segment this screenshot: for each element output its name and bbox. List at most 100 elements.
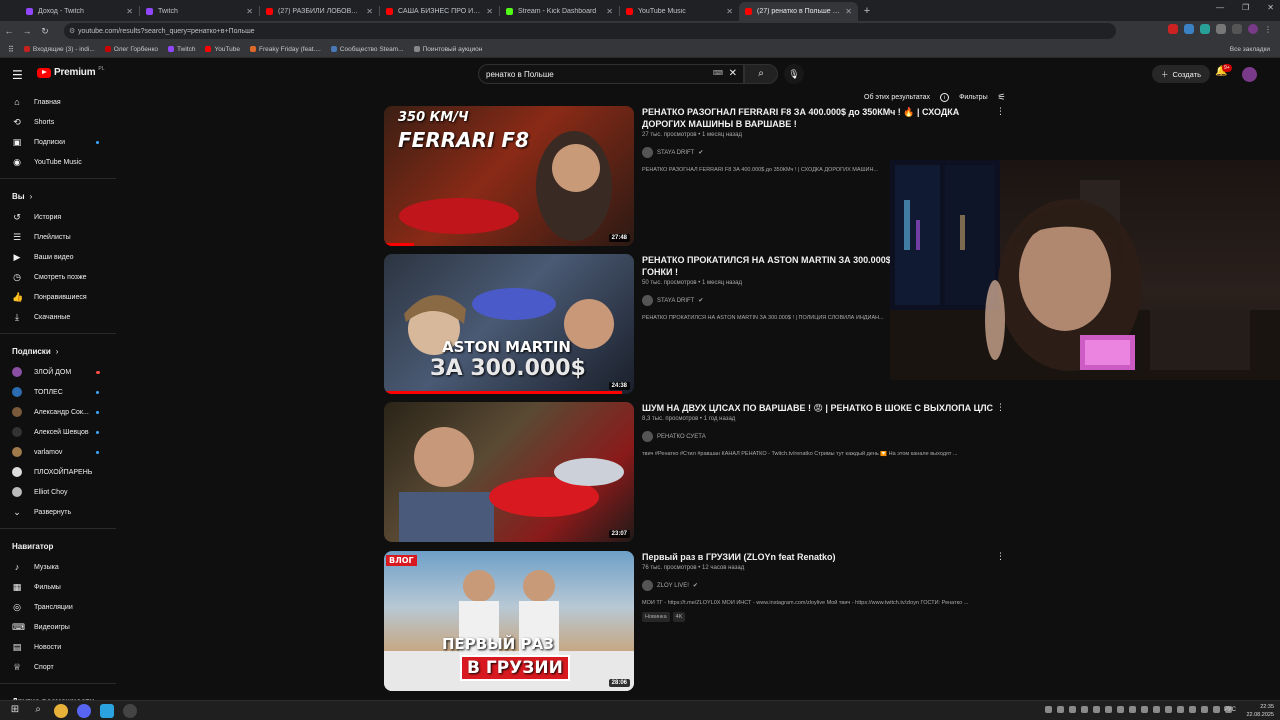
sidebar-item[interactable]: ПЛОХОЙПАРЕНЬ: [0, 462, 120, 482]
channel-link[interactable]: ZLOY LIVE! ✔: [642, 580, 998, 591]
sidebar-item[interactable]: ЗЛОЙ ДОМ: [0, 362, 120, 382]
hamburger-menu-icon[interactable]: ☰: [12, 68, 23, 82]
bookmark-item[interactable]: YouTube: [205, 46, 240, 53]
video-thumbnail[interactable]: 23:07: [384, 402, 634, 542]
search-input[interactable]: ренатко в Польше ⌨ ✕: [478, 64, 744, 84]
bookmark-item[interactable]: Twitch: [168, 46, 195, 53]
minimize-icon[interactable]: —: [1216, 3, 1224, 12]
discord-taskbar-icon[interactable]: [77, 704, 91, 718]
search-button[interactable]: ⌕: [744, 64, 778, 84]
expand-subscriptions-button[interactable]: ⌄ Развернуть: [0, 502, 120, 522]
tray-icon[interactable]: [1177, 706, 1184, 713]
tab-close-icon[interactable]: ✕: [726, 7, 733, 16]
sidebar-item[interactable]: ◷ Смотреть позже: [0, 267, 120, 287]
tray-icon[interactable]: [1141, 706, 1148, 713]
all-bookmarks[interactable]: Все закладки: [1230, 46, 1270, 53]
taskbar-clock[interactable]: 22:35 22.08.2025: [1246, 703, 1274, 719]
bookmark-item[interactable]: Freaky Friday (feat....: [250, 46, 321, 53]
video-thumbnail[interactable]: 350 КМ/Ч FERRARI F8 27:48: [384, 106, 634, 246]
maximize-icon[interactable]: ❐: [1242, 3, 1249, 12]
sidebar-item[interactable]: ↺ История: [0, 207, 120, 227]
extension-icon[interactable]: [1200, 24, 1210, 34]
tab-close-icon[interactable]: ✕: [126, 7, 133, 16]
sidebar-item[interactable]: Александр Сок...: [0, 402, 120, 422]
youtube-logo[interactable]: Premium PL: [37, 66, 105, 78]
sidebar-item[interactable]: ♕ Спорт: [0, 657, 120, 677]
browser-tab[interactable]: (27) РАЗБИЛИ ЛОБОВОЕ! ДРИФТ ✕: [260, 2, 379, 21]
site-info-icon[interactable]: ⚙: [69, 27, 75, 35]
sidebar-item[interactable]: ⤓ Скачанные: [0, 307, 120, 327]
bookmark-item[interactable]: Сообщество Steam...: [330, 46, 404, 53]
extension-icon[interactable]: [1168, 24, 1178, 34]
video-title[interactable]: РЕНАТКО РАЗОГНАЛ FERRARI F8 ЗА 400.000$ …: [642, 106, 998, 130]
browser-tab[interactable]: Stream - Kick Dashboard ✕: [500, 2, 619, 21]
bookmark-item[interactable]: Поинтовый аукцион: [413, 46, 482, 53]
input-language[interactable]: РУС: [1224, 707, 1236, 713]
sidebar-item[interactable]: ▦ Фильмы: [0, 577, 120, 597]
channel-link[interactable]: РЕНАТКО СУЕТА: [642, 431, 998, 442]
create-button[interactable]: ＋ Создать: [1152, 65, 1211, 83]
chrome-taskbar-icon[interactable]: [54, 704, 68, 718]
tray-icon[interactable]: [1165, 706, 1172, 713]
bookmark-item[interactable]: Олег Горбенко: [104, 46, 158, 53]
channel-link[interactable]: STAYA DRIFT ✔: [642, 147, 998, 158]
info-icon[interactable]: i: [940, 93, 950, 102]
video-thumbnail[interactable]: ВЛОГ ПЕРВЫЙ РАЗ В ГРУЗИИ 28:06: [384, 551, 634, 691]
new-tab-icon[interactable]: +: [858, 5, 876, 17]
apps-grid-icon[interactable]: ⠿: [8, 45, 14, 54]
back-icon[interactable]: ←: [0, 26, 18, 36]
more-actions-icon[interactable]: ⋮: [996, 106, 1005, 117]
taskbar-search-icon[interactable]: ⌕: [31, 704, 45, 718]
tray-icon[interactable]: [1105, 706, 1112, 713]
tray-icon[interactable]: [1069, 706, 1076, 713]
browser-tab[interactable]: САША БИЗНЕС ПРО ИНДИАНЫЧА ✕: [380, 2, 499, 21]
tray-icon[interactable]: [1117, 706, 1124, 713]
browser-tab[interactable]: Twitch ✕: [140, 2, 259, 21]
sidebar-item[interactable]: ◎ Трансляции: [0, 597, 120, 617]
more-actions-icon[interactable]: ⋮: [996, 551, 1005, 562]
tray-icon[interactable]: [1057, 706, 1064, 713]
video-result[interactable]: 23:07 ШУМ НА ДВУХ ЦЛСАХ ПО ВАРШАВЕ ! 😡 | …: [384, 402, 1005, 542]
forward-icon[interactable]: →: [18, 26, 36, 36]
tray-icon[interactable]: [1201, 706, 1208, 713]
browser-tab[interactable]: (27) ренатко в Польше - YouTube ✕: [739, 2, 858, 21]
tab-close-icon[interactable]: ✕: [486, 7, 493, 16]
video-result[interactable]: ВЛОГ ПЕРВЫЙ РАЗ В ГРУЗИИ 28:06 Первый раз в …: [384, 551, 1005, 691]
sidebar-item[interactable]: Алексей Шевцов: [0, 422, 120, 442]
sidebar-item[interactable]: Elliot Choy: [0, 482, 120, 502]
more-actions-icon[interactable]: ⋮: [996, 402, 1005, 413]
video-title[interactable]: Первый раз в ГРУЗИИ (ZLOYn feat Renatko): [642, 551, 998, 563]
sidebar-item[interactable]: ⟲ Shorts: [0, 112, 120, 132]
sidebar-item[interactable]: ТОПЛЕС: [0, 382, 120, 402]
telegram-taskbar-icon[interactable]: [100, 704, 114, 718]
tray-icon[interactable]: [1129, 706, 1136, 713]
voice-search-button[interactable]: 🎙: [784, 64, 804, 84]
tray-icon[interactable]: [1093, 706, 1100, 713]
tray-icon[interactable]: [1153, 706, 1160, 713]
sidebar-item[interactable]: ▶ Ваши видео: [0, 247, 120, 267]
extension-icon[interactable]: [1184, 24, 1194, 34]
video-title[interactable]: ШУМ НА ДВУХ ЦЛСАХ ПО ВАРШАВЕ ! 😡 | РЕНАТ…: [642, 402, 998, 414]
sidebar-item[interactable]: ▣ Подписки: [0, 132, 120, 152]
sidebar-item[interactable]: ▤ Новости: [0, 637, 120, 657]
tray-icon[interactable]: [1213, 706, 1220, 713]
sidebar-item[interactable]: ♪ Музыка: [0, 557, 120, 577]
keyboard-icon[interactable]: ⌨: [713, 69, 723, 77]
sidebar-section-title[interactable]: Подписки ›: [0, 340, 120, 362]
address-bar[interactable]: ⚙ youtube.com/results?search_query=ренат…: [64, 23, 1116, 39]
obs-taskbar-icon[interactable]: [123, 704, 137, 718]
clear-search-icon[interactable]: ✕: [729, 68, 737, 79]
video-thumbnail[interactable]: ASTON MARTIN ЗА 300.000$ 24:38: [384, 254, 634, 394]
sidebar-item[interactable]: varlamov: [0, 442, 120, 462]
tab-close-icon[interactable]: ✕: [246, 7, 253, 16]
bookmark-item[interactable]: Входящие (3) - indi...: [23, 46, 95, 53]
sidebar-item[interactable]: 👍 Понравившиеся: [0, 287, 120, 307]
menu-icon[interactable]: ⋮: [1264, 25, 1272, 34]
browser-tab[interactable]: YouTube Music ✕: [620, 2, 739, 21]
close-window-icon[interactable]: ✕: [1267, 3, 1274, 12]
reload-icon[interactable]: ↻: [36, 26, 54, 37]
sidebar-item[interactable]: ◉ YouTube Music: [0, 152, 120, 172]
filters-button[interactable]: Фильтры: [959, 94, 988, 101]
account-avatar[interactable]: [1242, 67, 1257, 82]
tray-icon[interactable]: [1189, 706, 1196, 713]
